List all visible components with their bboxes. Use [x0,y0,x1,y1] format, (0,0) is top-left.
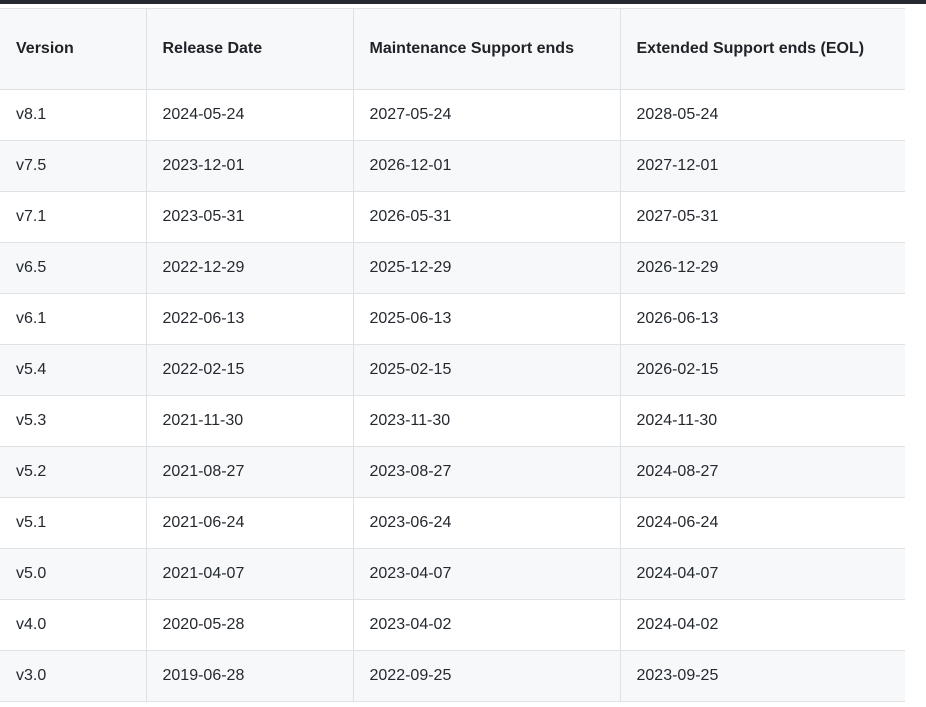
cell-extended-end: 2024-11-30 [619,395,905,447]
cell-extended-end: 2024-08-27 [619,446,905,498]
cell-maintenance-end: 2023-04-02 [352,599,621,651]
cell-extended-end: 2024-06-24 [619,497,905,549]
cell-maintenance-end: 2026-05-31 [352,191,621,243]
cell-release-date: 2021-06-24 [145,497,354,549]
cell-release-date: 2021-08-27 [145,446,354,498]
cell-version: v5.4 [0,344,147,396]
cell-version: v5.3 [0,395,147,447]
cell-maintenance-end: 2022-09-25 [352,650,621,702]
cell-maintenance-end: 2023-06-24 [352,497,621,549]
cell-version: v6.5 [0,242,147,294]
cell-extended-end: 2026-12-29 [619,242,905,294]
cell-version: v4.0 [0,599,147,651]
cell-maintenance-end: 2025-02-15 [352,344,621,396]
header-maintenance-support-ends: Maintenance Support ends [352,8,621,90]
table-body: v8.1 2024-05-24 2027-05-24 2028-05-24 v7… [0,89,905,702]
cell-maintenance-end: 2026-12-01 [352,140,621,192]
cell-version: v7.1 [0,191,147,243]
header-row: Version Release Date Maintenance Support… [0,8,905,90]
support-table-container: Version Release Date Maintenance Support… [0,8,905,707]
cell-version: v7.5 [0,140,147,192]
cell-extended-end: 2023-09-25 [619,650,905,702]
cell-extended-end: 2024-04-02 [619,599,905,651]
table-row: v7.1 2023-05-31 2026-05-31 2027-05-31 [0,191,905,243]
cell-version: v5.0 [0,548,147,600]
cell-release-date: 2022-02-15 [145,344,354,396]
cell-maintenance-end: 2025-12-29 [352,242,621,294]
cell-release-date: 2019-06-28 [145,650,354,702]
cell-extended-end: 2027-05-31 [619,191,905,243]
cell-version: v5.1 [0,497,147,549]
table-row: v6.1 2022-06-13 2025-06-13 2026-06-13 [0,293,905,345]
cell-maintenance-end: 2027-05-24 [352,89,621,141]
cell-version: v8.1 [0,89,147,141]
cell-release-date: 2020-05-28 [145,599,354,651]
table-row: v5.1 2021-06-24 2023-06-24 2024-06-24 [0,497,905,549]
cell-maintenance-end: 2023-08-27 [352,446,621,498]
cell-version: v3.0 [0,650,147,702]
table-header: Version Release Date Maintenance Support… [0,8,905,90]
cell-maintenance-end: 2023-11-30 [352,395,621,447]
cell-extended-end: 2026-06-13 [619,293,905,345]
cell-maintenance-end: 2025-06-13 [352,293,621,345]
table-row: v4.0 2020-05-28 2023-04-02 2024-04-02 [0,599,905,651]
header-version: Version [0,8,147,90]
page-scroll-area[interactable] [905,8,926,707]
cell-extended-end: 2026-02-15 [619,344,905,396]
table-row: v7.5 2023-12-01 2026-12-01 2027-12-01 [0,140,905,192]
cell-extended-end: 2024-04-07 [619,548,905,600]
table-row: v5.4 2022-02-15 2025-02-15 2026-02-15 [0,344,905,396]
table-row: v8.1 2024-05-24 2027-05-24 2028-05-24 [0,89,905,141]
cell-maintenance-end: 2023-04-07 [352,548,621,600]
table-row: v6.5 2022-12-29 2025-12-29 2026-12-29 [0,242,905,294]
table-row: v5.3 2021-11-30 2023-11-30 2024-11-30 [0,395,905,447]
top-bar [0,0,926,4]
table-row: v5.2 2021-08-27 2023-08-27 2024-08-27 [0,446,905,498]
cell-version: v6.1 [0,293,147,345]
table-row: v3.0 2019-06-28 2022-09-25 2023-09-25 [0,650,905,702]
cell-extended-end: 2027-12-01 [619,140,905,192]
cell-version: v5.2 [0,446,147,498]
cell-release-date: 2021-04-07 [145,548,354,600]
cell-release-date: 2023-05-31 [145,191,354,243]
table-row: v5.0 2021-04-07 2023-04-07 2024-04-07 [0,548,905,600]
version-support-table: Version Release Date Maintenance Support… [0,8,905,702]
cell-release-date: 2024-05-24 [145,89,354,141]
cell-release-date: 2021-11-30 [145,395,354,447]
cell-release-date: 2022-12-29 [145,242,354,294]
header-extended-support-ends: Extended Support ends (EOL) [619,8,905,90]
cell-extended-end: 2028-05-24 [619,89,905,141]
cell-release-date: 2023-12-01 [145,140,354,192]
cell-release-date: 2022-06-13 [145,293,354,345]
header-release-date: Release Date [145,8,354,90]
